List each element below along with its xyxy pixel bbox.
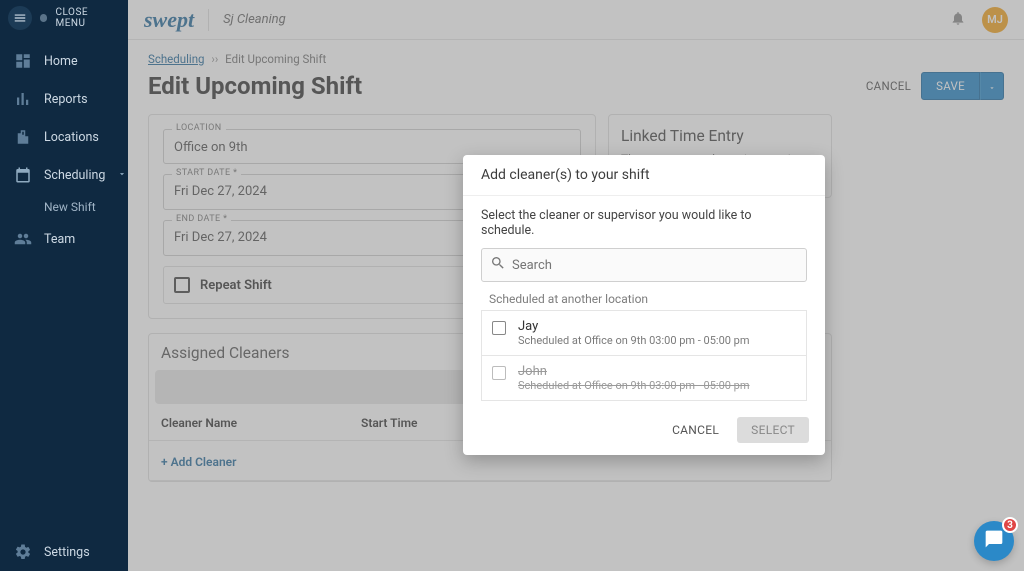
option-sub: Scheduled at Office on 9th 03:00 pm - 05… (518, 334, 750, 347)
option-name: Jay (518, 319, 750, 334)
chat-bubble[interactable]: 3 (974, 521, 1014, 561)
calendar-icon (14, 166, 32, 184)
close-menu-label: CLOSE MENU (55, 7, 120, 29)
sidebar-item-locations[interactable]: Locations (0, 118, 128, 156)
modal-section-label: Scheduled at another location (489, 292, 807, 306)
add-cleaner-modal: Add cleaner(s) to your shift Select the … (463, 155, 825, 455)
option-sub: Scheduled at Office on 9th 03:00 pm - 05… (518, 379, 750, 392)
hamburger-icon (8, 6, 32, 30)
modal-intro: Select the cleaner or supervisor you wou… (481, 208, 807, 238)
sidebar-item-label: Locations (44, 130, 99, 145)
sidebar-item-label: Home (44, 54, 78, 69)
search-input[interactable] (481, 248, 807, 282)
sidebar-item-label: Reports (44, 92, 88, 107)
team-icon (14, 230, 32, 248)
sidebar-item-team[interactable]: Team (0, 220, 128, 258)
status-dot-icon (40, 14, 48, 22)
sidebar-item-label: Scheduling (44, 168, 105, 183)
main: swept Sj Cleaning MJ Scheduling ›› Edit … (128, 0, 1024, 571)
sidebar-sub-new-shift[interactable]: New Shift (0, 194, 128, 220)
sidebar-item-settings[interactable]: Settings (0, 533, 128, 571)
modal-select-button: SELECT (737, 417, 809, 443)
gear-icon (14, 543, 32, 561)
chat-badge: 3 (1002, 517, 1018, 533)
modal-cancel-button[interactable]: CANCEL (664, 417, 727, 443)
reports-icon (14, 90, 32, 108)
sidebar-item-label: Settings (44, 545, 90, 560)
search-icon (490, 255, 506, 275)
cleaner-option[interactable]: Jay Scheduled at Office on 9th 03:00 pm … (481, 310, 807, 356)
chat-icon (984, 529, 1004, 553)
sidebar-item-label: Team (44, 232, 75, 247)
sidebar: CLOSE MENU Home Reports Locations Schedu… (0, 0, 128, 571)
close-menu[interactable]: CLOSE MENU (0, 0, 128, 36)
search-field[interactable] (506, 258, 798, 273)
option-checkbox (492, 366, 506, 380)
chevron-down-icon (117, 168, 127, 182)
locations-icon (14, 128, 32, 146)
sidebar-item-reports[interactable]: Reports (0, 80, 128, 118)
option-checkbox[interactable] (492, 321, 506, 335)
option-name: John (518, 364, 750, 379)
sidebar-item-scheduling[interactable]: Scheduling (0, 156, 128, 194)
sidebar-item-home[interactable]: Home (0, 42, 128, 80)
modal-title: Add cleaner(s) to your shift (463, 155, 825, 196)
home-icon (14, 52, 32, 70)
cleaner-option: John Scheduled at Office on 9th 03:00 pm… (481, 356, 807, 401)
